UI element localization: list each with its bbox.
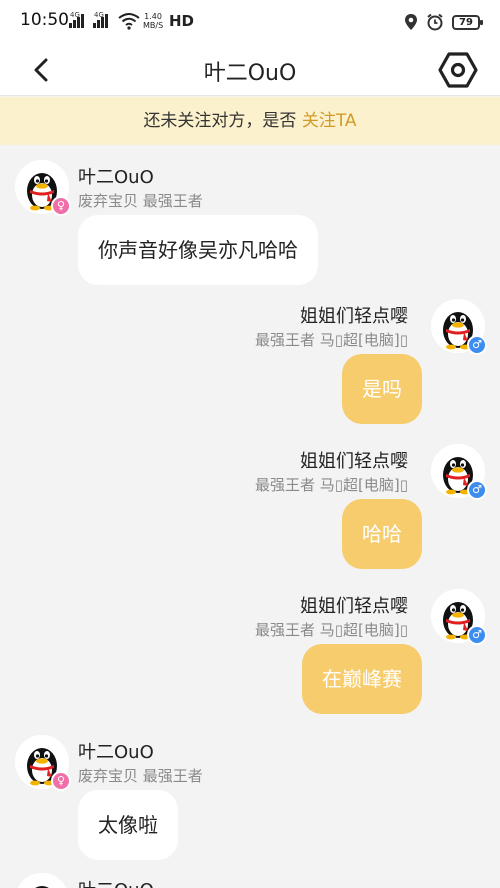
wifi-icon [118, 13, 140, 30]
male-gender-icon: ♂ [467, 335, 487, 355]
message-bubble[interactable]: 你声音好像吴亦凡哈哈 [78, 215, 318, 285]
incoming-message: 叶二OuO [0, 873, 500, 888]
sender-name: 姐姐们轻点嘤 [300, 596, 408, 617]
female-gender-icon: ♀ [51, 196, 71, 216]
sender-tags: 最强王者 马▯超[电脑]▯ [255, 621, 408, 639]
female-gender-icon: ♀ [51, 771, 71, 791]
hexagon-settings-icon[interactable] [438, 50, 478, 90]
sender-tags: 废弃宝贝 最强王者 [78, 767, 203, 785]
outgoing-message: ♂ 姐姐们轻点嘤最强王者 马▯超[电脑]▯ 哈哈 [0, 444, 500, 579]
avatar[interactable]: ♂ [431, 444, 487, 500]
sender-tags: 最强王者 马▯超[电脑]▯ [255, 476, 408, 494]
speed-value: 1.40 [144, 12, 162, 21]
outgoing-message: ♂ 姐姐们轻点嘤最强王者 马▯超[电脑]▯ 在巅峰赛 [0, 589, 500, 724]
message-bubble[interactable]: 在巅峰赛 [302, 644, 422, 714]
sender-name: 叶二OuO [78, 876, 154, 888]
follow-prompt-text: 还未关注对方，是否 [143, 111, 297, 131]
status-time: 10:50 [20, 10, 69, 30]
male-gender-icon: ♂ [467, 625, 487, 645]
signal-icon [69, 14, 89, 28]
avatar[interactable]: ♂ [431, 299, 487, 355]
male-gender-icon: ♂ [467, 480, 487, 500]
avatar[interactable]: ♀ [15, 160, 71, 216]
signal-icon-2 [93, 14, 113, 28]
message-bubble[interactable]: 是吗 [342, 354, 422, 424]
sender-name: 叶二OuO [78, 742, 154, 763]
message-bubble[interactable]: 哈哈 [342, 499, 422, 569]
avatar[interactable]: ♂ [431, 589, 487, 645]
hd-indicator: HD [169, 12, 195, 30]
incoming-message: ♀ 叶二OuO 废弃宝贝 最强王者太像啦 [0, 735, 500, 870]
alarm-icon [427, 13, 443, 31]
chat-title: 叶二OuO [203, 61, 297, 86]
network-speed: 1.40 MB/S [143, 12, 163, 30]
avatar[interactable] [15, 873, 69, 888]
sender-name: 姐姐们轻点嘤 [300, 451, 408, 472]
follow-button[interactable]: 关注TA [302, 111, 357, 131]
avatar[interactable]: ♀ [15, 735, 71, 791]
battery-icon: 79 [452, 14, 483, 30]
sender-name: 姐姐们轻点嘤 [300, 306, 408, 327]
sender-tags: 废弃宝贝 最强王者 [78, 192, 203, 210]
message-bubble[interactable]: 太像啦 [78, 790, 178, 860]
speed-unit: MB/S [143, 21, 164, 30]
outgoing-message: ♂ 姐姐们轻点嘤最强王者 马▯超[电脑]▯ 是吗 [0, 299, 500, 434]
sender-name: 叶二OuO [78, 167, 154, 188]
status-bar: 10:50 4G 4G 1.40 MB/S HD 79 [0, 0, 500, 44]
incoming-message: ♀ 叶二OuO 废弃宝贝 最强王者你声音好像吴亦凡哈哈 [0, 160, 500, 295]
follow-banner: 还未关注对方，是否 关注TA [0, 97, 500, 145]
chat-header: 叶二OuO [0, 44, 500, 96]
sender-tags: 最强王者 马▯超[电脑]▯ [255, 331, 408, 349]
location-icon [405, 14, 417, 30]
